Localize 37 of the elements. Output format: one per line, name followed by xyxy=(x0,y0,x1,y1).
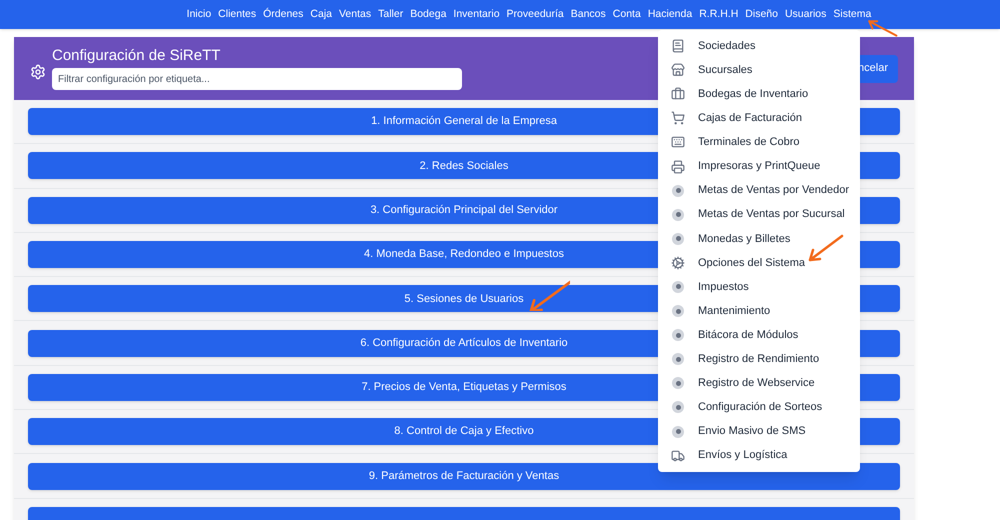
nav-link[interactable]: Clientes xyxy=(218,6,256,22)
menu-item[interactable]: Registro de Webservice xyxy=(658,371,860,396)
book-icon xyxy=(671,39,685,54)
menu-item[interactable]: Sucursales xyxy=(658,58,860,82)
nav-link[interactable]: Sistema xyxy=(833,6,872,22)
nav-link[interactable]: Ventas xyxy=(339,6,372,22)
nav-link[interactable]: Taller xyxy=(378,6,404,22)
nav-link[interactable]: Usuarios xyxy=(784,6,826,22)
nav-link[interactable]: Bodega xyxy=(410,6,446,22)
nav-link[interactable]: Hacienda xyxy=(648,6,692,22)
keyboard-icon xyxy=(671,135,685,150)
section-button[interactable]: 9. Parámetros de Facturación y Ventas xyxy=(28,462,900,490)
printer-icon xyxy=(671,160,685,174)
menu-item[interactable]: Impresoras y PrintQueue xyxy=(658,154,860,179)
nav-link[interactable]: Bancos xyxy=(570,6,606,22)
nav-link[interactable]: Inicio xyxy=(186,6,212,22)
annotation-arrow xyxy=(806,233,846,263)
nav-link[interactable]: Caja xyxy=(310,6,332,22)
menu-item[interactable]: Bodegas de Inventario xyxy=(658,82,860,106)
nav-link[interactable]: Diseño xyxy=(745,6,778,22)
menu-item[interactable]: Sociedades xyxy=(658,34,860,58)
truck-icon xyxy=(671,448,685,463)
nav-link[interactable]: Conta xyxy=(612,6,641,22)
settings-icon xyxy=(30,64,46,80)
nav-link[interactable]: Proveeduría xyxy=(506,6,564,22)
menu-item[interactable]: Envio Masivo de SMS xyxy=(658,420,860,444)
nav-link[interactable]: Inventario xyxy=(453,6,500,22)
cart-icon xyxy=(671,111,685,126)
gears-icon xyxy=(671,256,685,270)
panel-title: Configuración de SiReTT xyxy=(52,47,222,65)
menu-item[interactable]: Cajas de Facturación xyxy=(658,106,860,130)
nav-link[interactable]: Órdenes xyxy=(263,6,304,22)
menu-item[interactable]: Metas de Ventas por Sucursal xyxy=(658,202,860,227)
store-icon xyxy=(671,63,685,78)
nav-link[interactable]: R.R.H.H xyxy=(699,6,738,22)
briefcase-icon xyxy=(671,87,685,102)
filter-field[interactable]: Filtrar configuración por etiqueta... xyxy=(52,68,462,90)
